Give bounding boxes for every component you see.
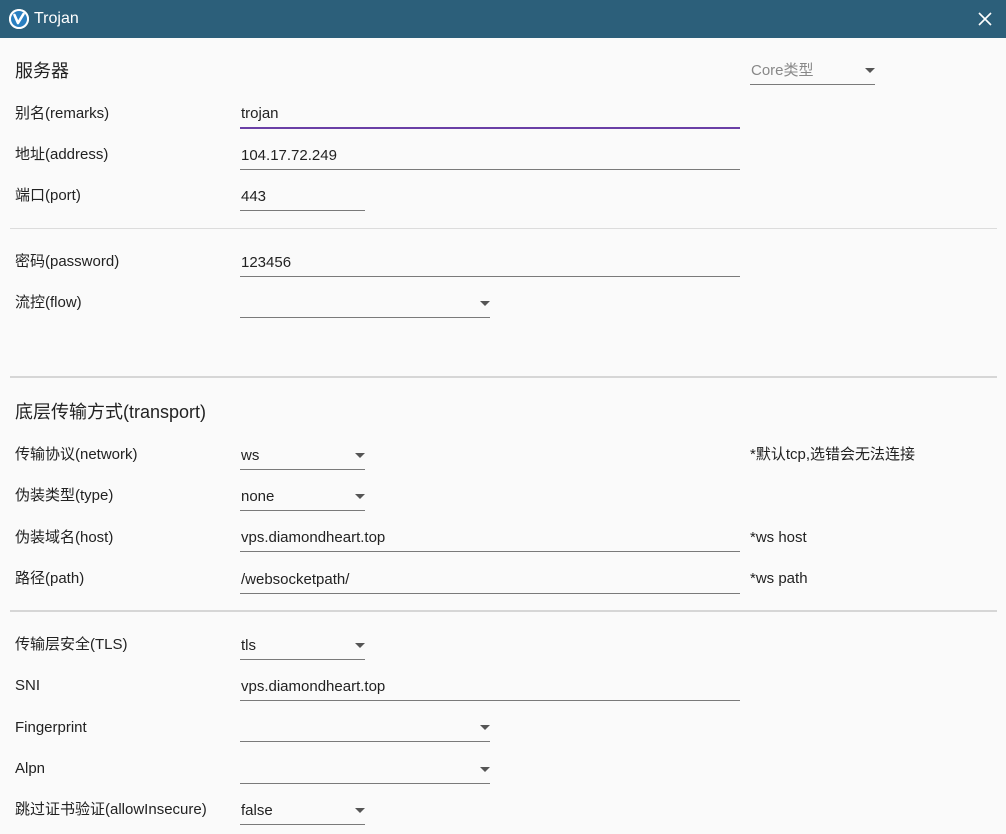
chevron-down-icon bbox=[480, 301, 490, 306]
network-value: ws bbox=[241, 447, 260, 464]
sni-input[interactable]: vps.diamondheart.top bbox=[240, 674, 740, 701]
host-label: 伪装域名(host) bbox=[15, 529, 114, 546]
v-logo-icon bbox=[9, 9, 29, 29]
type-value: none bbox=[241, 488, 275, 505]
port-label: 端口(port) bbox=[15, 187, 81, 204]
section-divider bbox=[10, 610, 997, 612]
password-input[interactable]: 123456 bbox=[240, 250, 740, 277]
tls-value: tls bbox=[241, 637, 256, 654]
sni-value: vps.diamondheart.top bbox=[241, 678, 386, 695]
host-value: vps.diamondheart.top bbox=[241, 529, 386, 546]
remarks-label: 别名(remarks) bbox=[15, 105, 110, 122]
chevron-down-icon bbox=[355, 808, 365, 813]
section-divider bbox=[10, 376, 997, 378]
tls-label: 传输层安全(TLS) bbox=[15, 636, 128, 653]
network-label: 传输协议(network) bbox=[15, 446, 138, 463]
chevron-down-icon bbox=[355, 494, 365, 499]
server-section-title: 服务器 bbox=[15, 61, 69, 81]
alpn-select[interactable] bbox=[240, 757, 490, 784]
host-hint: *ws host bbox=[750, 529, 807, 546]
path-label: 路径(path) bbox=[15, 570, 85, 587]
path-hint: *ws path bbox=[750, 570, 808, 587]
window-title: Trojan bbox=[34, 10, 79, 27]
flow-label: 流控(flow) bbox=[15, 294, 82, 311]
remarks-value: trojan bbox=[241, 105, 279, 122]
type-label: 伪装类型(type) bbox=[15, 487, 114, 504]
allow-insecure-value: false bbox=[241, 802, 273, 819]
network-hint: *默认tcp,选错会无法连接 bbox=[750, 446, 916, 463]
core-type-select[interactable]: Core类型 bbox=[750, 58, 875, 85]
divider bbox=[10, 228, 997, 229]
fingerprint-label: Fingerprint bbox=[15, 719, 87, 736]
title-bar: Trojan bbox=[0, 0, 1006, 38]
password-value: 123456 bbox=[241, 254, 292, 271]
allow-insecure-label: 跳过证书验证(allowInsecure) bbox=[15, 801, 207, 818]
allow-insecure-select[interactable]: false bbox=[240, 798, 365, 825]
alpn-label: Alpn bbox=[15, 760, 46, 777]
flow-select[interactable] bbox=[240, 291, 490, 318]
tls-select[interactable]: tls bbox=[240, 633, 365, 660]
path-value: /websocketpath/ bbox=[241, 571, 350, 588]
password-label: 密码(password) bbox=[15, 253, 120, 270]
type-select[interactable]: none bbox=[240, 484, 365, 511]
close-icon[interactable] bbox=[972, 6, 998, 32]
address-value: 104.17.72.249 bbox=[241, 147, 337, 164]
remarks-input[interactable]: trojan bbox=[240, 101, 740, 129]
fingerprint-select[interactable] bbox=[240, 715, 490, 742]
chevron-down-icon bbox=[480, 767, 490, 772]
chevron-down-icon bbox=[355, 643, 365, 648]
network-select[interactable]: ws bbox=[240, 443, 365, 470]
host-input[interactable]: vps.diamondheart.top bbox=[240, 525, 740, 552]
port-value: 443 bbox=[241, 188, 267, 205]
sni-label: SNI bbox=[15, 677, 41, 694]
address-label: 地址(address) bbox=[15, 146, 109, 163]
path-input[interactable]: /websocketpath/ bbox=[240, 567, 740, 594]
address-input[interactable]: 104.17.72.249 bbox=[240, 143, 740, 170]
chevron-down-icon bbox=[865, 68, 875, 73]
core-type-placeholder: Core类型 bbox=[751, 62, 814, 79]
chevron-down-icon bbox=[480, 725, 490, 730]
port-input[interactable]: 443 bbox=[240, 184, 365, 211]
transport-section-title: 底层传输方式(transport) bbox=[15, 402, 207, 422]
chevron-down-icon bbox=[355, 453, 365, 458]
